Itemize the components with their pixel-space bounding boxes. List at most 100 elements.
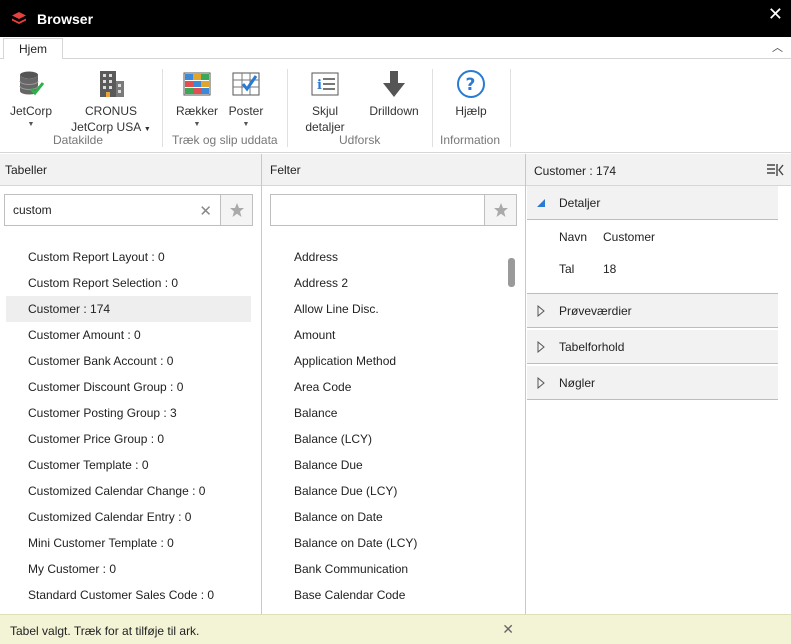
tables-list: Custom Report Layout : 0 Custom Report S… [6, 244, 251, 608]
dismiss-status-icon[interactable]: ✕ [502, 621, 514, 638]
status-bar: Tabel valgt. Træk for at tilføje til ark… [0, 614, 791, 644]
ribbon: JetCorp ▼ CRONUS JetCorp USA ▼ Datakilde [0, 59, 791, 153]
title-bar: Browser ✕ [0, 0, 791, 37]
table-item[interactable]: Customer Discount Group : 0 [6, 374, 251, 400]
field-item[interactable]: Balance (LCY) [272, 426, 502, 452]
cronus-label-line1: CRONUS [84, 104, 137, 118]
field-item[interactable]: Address [272, 244, 502, 270]
svg-text:i: i [317, 78, 322, 93]
table-item-selected[interactable]: Customer : 174 [6, 296, 251, 322]
field-item[interactable]: Balance on Date [272, 504, 502, 530]
table-item[interactable]: Customized Calendar Change : 0 [6, 478, 251, 504]
tables-panel-header: Tabeller [0, 154, 261, 186]
keys-section[interactable]: Nøgler [527, 366, 778, 400]
group-divider [432, 69, 433, 147]
entries-label: Poster [228, 104, 264, 118]
fields-search-input[interactable] [271, 195, 481, 225]
sample-values-label: Prøveværdier [559, 304, 632, 318]
tables-search: ✕ [4, 194, 253, 226]
checked-grid-icon [231, 69, 261, 99]
hide-details-label-line1: Skjul [311, 104, 338, 118]
table-item[interactable]: My Customer : 0 [6, 556, 251, 582]
fields-search [270, 194, 517, 226]
panel-divider[interactable] [525, 154, 526, 614]
table-item[interactable]: Customer Template : 0 [6, 452, 251, 478]
table-item[interactable]: Customer Amount : 0 [6, 322, 251, 348]
rows-button[interactable]: Rækker ▼ [175, 69, 219, 131]
table-item[interactable]: Customer Posting Group : 3 [6, 400, 251, 426]
help-circle-icon: ? [456, 69, 486, 99]
collapse-ribbon-icon[interactable]: ︿ [772, 39, 783, 55]
panel-divider[interactable] [261, 154, 262, 614]
table-item[interactable]: Customized Calendar Entry : 0 [6, 504, 251, 530]
name-key: Navn [559, 230, 588, 244]
fields-list: Address Address 2 Allow Line Disc. Amoun… [272, 244, 502, 608]
entries-button[interactable]: Poster ▼ [224, 69, 268, 131]
favorites-star-icon[interactable] [484, 195, 516, 225]
group-divider [162, 69, 163, 147]
details-section-label: Detaljer [559, 196, 601, 210]
tab-home[interactable]: Hjem [3, 38, 64, 60]
keys-label: Nøgler [559, 376, 596, 390]
table-item[interactable]: Customer Bank Account : 0 [6, 348, 251, 374]
info-list-icon: i [310, 69, 340, 99]
details-title: Customer : 174 [534, 164, 617, 178]
field-item[interactable]: Allow Line Disc. [272, 296, 502, 322]
table-item[interactable]: Standard Customer Sales Code : 0 [6, 582, 251, 608]
sample-values-section[interactable]: Prøveværdier [527, 294, 778, 328]
field-item[interactable]: Balance [272, 400, 502, 426]
chevron-down-icon: ▼ [193, 121, 201, 128]
collapse-panel-icon[interactable] [766, 161, 784, 179]
explore-group-label: Udforsk [339, 133, 381, 147]
cronus-button[interactable]: CRONUS JetCorp USA ▼ [70, 69, 152, 138]
window-title: Browser [37, 10, 94, 27]
database-check-icon [16, 69, 46, 99]
colored-grid-icon [182, 69, 212, 99]
triangle-collapsed-icon [535, 304, 547, 318]
fields-scrollbar[interactable] [508, 258, 515, 287]
group-divider [287, 69, 288, 147]
arrow-down-icon [379, 69, 409, 99]
app-logo-icon [11, 11, 27, 27]
table-item[interactable]: Mini Customer Template : 0 [6, 530, 251, 556]
status-message: Tabel valgt. Træk for at tilføje til ark… [10, 624, 200, 638]
field-item[interactable]: Bank Communication [272, 556, 502, 582]
field-item[interactable]: Amount [272, 322, 502, 348]
drilldown-button[interactable]: Drilldown [364, 69, 424, 119]
help-label: Hjælp [455, 104, 487, 118]
tables-search-input[interactable] [5, 195, 185, 225]
triangle-collapsed-icon [535, 340, 547, 354]
field-item[interactable]: Address 2 [272, 270, 502, 296]
favorites-star-icon[interactable] [220, 195, 252, 225]
jetcorp-label: JetCorp [9, 104, 53, 118]
table-item[interactable]: Custom Report Selection : 0 [6, 270, 251, 296]
clear-search-icon[interactable]: ✕ [199, 202, 212, 220]
hide-details-button[interactable]: i Skjul detaljer [300, 69, 350, 135]
rows-label: Rækker [175, 104, 218, 118]
table-item[interactable]: Customer Price Group : 0 [6, 426, 251, 452]
count-value: 18 [603, 262, 617, 276]
close-window-button[interactable]: ✕ [768, 4, 783, 25]
datasource-group-label: Datakilde [53, 133, 104, 147]
field-item[interactable]: Balance Due [272, 452, 502, 478]
count-key: Tal [559, 262, 575, 276]
table-relations-section[interactable]: Tabelforhold [527, 330, 778, 364]
jetcorp-button[interactable]: JetCorp ▼ [8, 69, 54, 131]
name-value: Customer [603, 230, 656, 244]
field-item[interactable]: Balance on Date (LCY) [272, 530, 502, 556]
chevron-down-icon: ▼ [242, 121, 250, 128]
triangle-expanded-icon [535, 197, 547, 209]
field-item[interactable]: Balance Due (LCY) [272, 478, 502, 504]
field-item[interactable]: Application Method [272, 348, 502, 374]
table-item[interactable]: Custom Report Layout : 0 [6, 244, 251, 270]
field-item[interactable]: Area Code [272, 374, 502, 400]
ribbon-tabstrip: Hjem ︿ [0, 37, 791, 60]
details-section-header[interactable]: Detaljer [527, 186, 778, 220]
field-item[interactable]: Base Calendar Code [272, 582, 502, 608]
drilldown-label: Drilldown [369, 104, 419, 118]
fields-panel-header: Felter [262, 154, 525, 186]
triangle-collapsed-icon [535, 376, 547, 390]
help-button[interactable]: ? Hjælp [448, 69, 494, 119]
group-divider [510, 69, 511, 147]
building-icon [96, 69, 126, 99]
